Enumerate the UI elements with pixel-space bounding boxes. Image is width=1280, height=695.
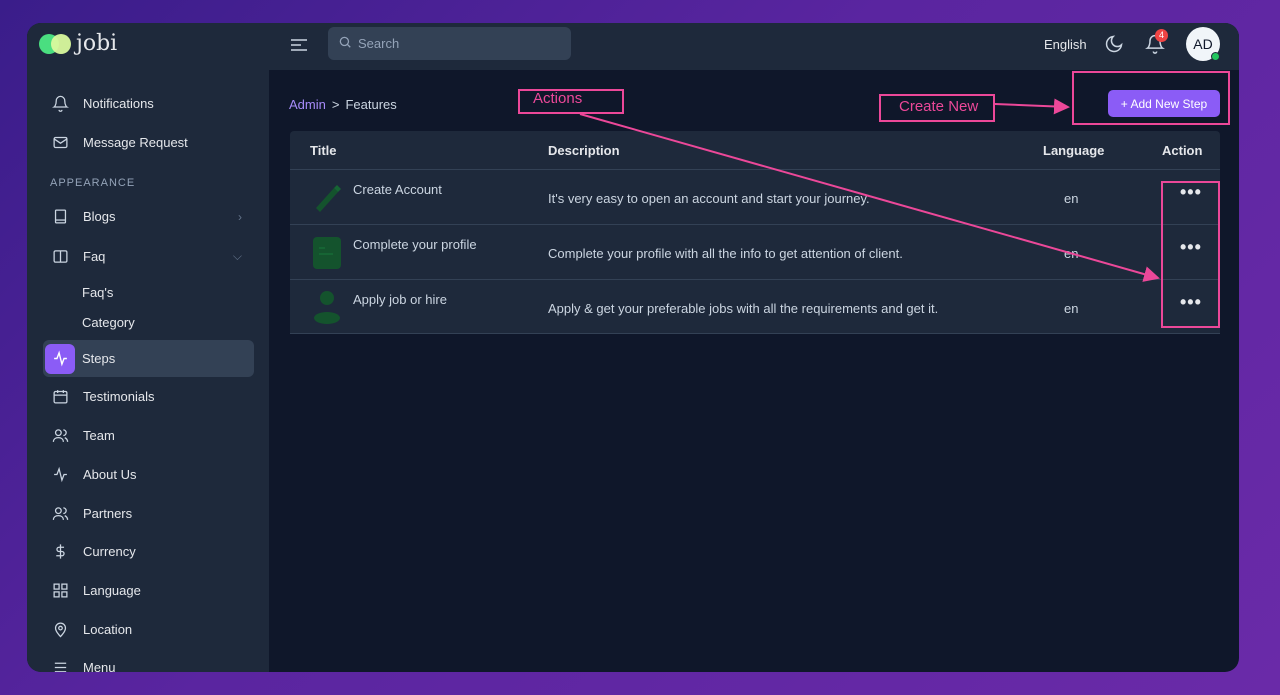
logo-mark-icon-2: [51, 33, 71, 54]
sidebar-item-label: Language: [83, 583, 141, 598]
sidebar-item-faq[interactable]: Faq ⌵: [43, 238, 254, 275]
sidebar-item-testimonials[interactable]: Testimonials: [43, 378, 254, 415]
language-selector[interactable]: English: [1044, 37, 1087, 52]
profile-form-icon: [310, 233, 344, 271]
row-language: en: [1064, 191, 1079, 206]
users-icon: [51, 505, 69, 523]
map-pin-icon: [51, 621, 69, 639]
app-window: jobi Notifications Message Request APPEA…: [27, 23, 1239, 672]
chevron-down-icon: ⌵: [232, 249, 242, 263]
calendar-icon: [51, 388, 69, 406]
notification-count-badge: 4: [1155, 29, 1168, 42]
sidebar-item-label: Menu: [83, 660, 116, 672]
breadcrumb-current: Features: [345, 97, 397, 112]
row-title: Create Account: [353, 182, 442, 197]
mail-icon: [51, 134, 69, 152]
search-box[interactable]: [328, 27, 571, 60]
annotation-create-new-label: Create New: [899, 98, 979, 115]
row-description: Apply & get your preferable jobs with al…: [548, 301, 939, 316]
steps-table: Title Description Language Action Create…: [290, 131, 1220, 334]
sidebar-item-partners[interactable]: Partners: [43, 495, 254, 532]
annotation-actions-label: Actions: [533, 90, 583, 107]
annotation-actions-column-highlight: [1161, 181, 1220, 328]
table-row: Apply job or hire Apply & get your prefe…: [290, 279, 1220, 334]
breadcrumb-separator: >: [331, 97, 340, 112]
row-language: en: [1064, 246, 1079, 261]
search-icon: [338, 35, 358, 52]
sidebar-item-currency[interactable]: Currency: [43, 533, 254, 570]
row-title: Complete your profile: [353, 237, 477, 252]
user-hire-icon: [310, 288, 344, 326]
sidebar-item-label: Faq: [83, 249, 106, 264]
search-input[interactable]: [358, 36, 558, 51]
sidebar-item-message-request[interactable]: Message Request: [43, 124, 254, 161]
column-header-language: Language: [1043, 143, 1105, 158]
sidebar-subitem-category[interactable]: Category: [82, 315, 135, 330]
sidebar-item-blogs[interactable]: Blogs ›: [43, 198, 254, 235]
column-header-action: Action: [1162, 143, 1203, 158]
hamburger-icon[interactable]: [291, 38, 307, 56]
sidebar-item-label: Currency: [83, 544, 136, 559]
users-icon: [51, 427, 69, 445]
annotation-add-button-highlight: [1072, 71, 1230, 125]
breadcrumb-admin-link[interactable]: Admin: [289, 97, 326, 112]
row-title: Apply job or hire: [353, 292, 447, 307]
sidebar-item-label: Location: [83, 622, 133, 637]
column-header-description: Description: [548, 143, 620, 158]
pencil-icon: [310, 178, 344, 216]
sidebar-item-label: Message Request: [83, 135, 188, 150]
breadcrumb: Admin > Features: [289, 97, 397, 112]
row-language: en: [1064, 301, 1079, 316]
sidebar-item-label: Team: [83, 428, 115, 443]
row-description: It's very easy to open an account and st…: [548, 191, 870, 206]
column-header-title: Title: [310, 143, 337, 158]
activity-icon: [45, 343, 75, 374]
menu-icon: [51, 659, 69, 672]
book-icon: [51, 208, 69, 226]
sidebar-subitem-faqs[interactable]: Faq's: [82, 285, 113, 300]
sidebar-item-language[interactable]: Language: [43, 572, 254, 609]
section-label-appearance: APPEARANCE: [50, 177, 136, 189]
sidebar-item-location[interactable]: Location: [43, 611, 254, 648]
sidebar-item-menu[interactable]: Menu: [43, 649, 254, 672]
bell-icon: [51, 95, 69, 113]
table-row: Complete your profile Complete your prof…: [290, 224, 1220, 279]
sidebar-item-label: Notifications: [83, 96, 154, 111]
logo[interactable]: jobi: [39, 31, 117, 56]
sidebar-item-steps[interactable]: Steps: [43, 340, 254, 377]
columns-icon: [51, 248, 69, 266]
sidebar-item-team[interactable]: Team: [43, 417, 254, 454]
online-status-dot: [1211, 52, 1220, 61]
sidebar-item-label: Steps: [82, 351, 116, 366]
table-row: Create Account It's very easy to open an…: [290, 169, 1220, 224]
sidebar-item-label: About Us: [83, 467, 137, 482]
sidebar: jobi Notifications Message Request APPEA…: [27, 23, 269, 672]
dollar-icon: [51, 543, 69, 561]
table-header: Title Description Language Action: [290, 131, 1220, 169]
chevron-right-icon: ›: [238, 209, 242, 224]
sidebar-item-label: Testimonials: [83, 389, 155, 404]
topbar: English 4 AD: [269, 23, 1239, 70]
moon-icon[interactable]: [1104, 34, 1124, 59]
sidebar-item-label: Partners: [83, 506, 133, 521]
sidebar-item-label: Blogs: [83, 209, 116, 224]
row-description: Complete your profile with all the info …: [548, 246, 903, 261]
sidebar-item-about-us[interactable]: About Us: [43, 456, 254, 493]
activity-icon: [51, 466, 69, 484]
logo-text: jobi: [76, 31, 118, 56]
grid-icon: [51, 582, 69, 600]
sidebar-item-notifications[interactable]: Notifications: [43, 85, 254, 122]
